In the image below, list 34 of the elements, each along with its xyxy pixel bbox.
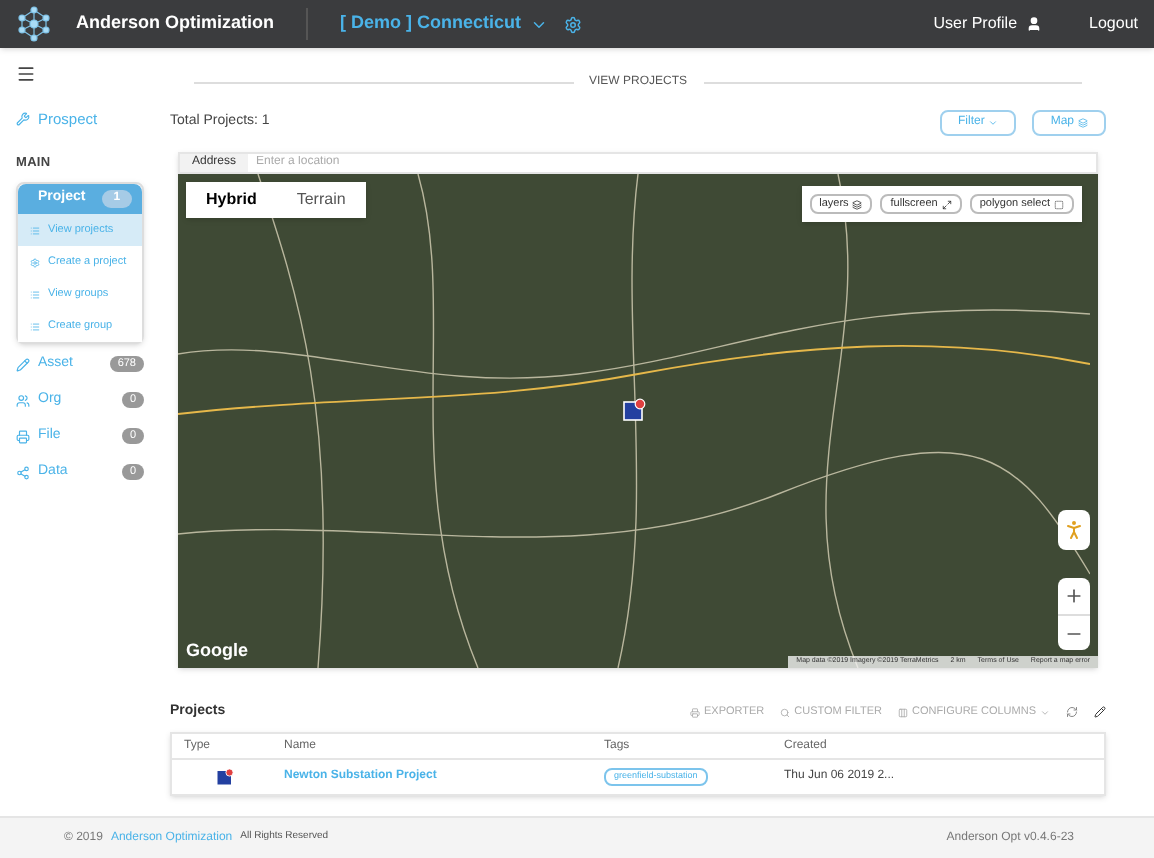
map-type-tab[interactable]: Hybrid [186,182,277,218]
layers-icon [852,199,863,209]
brand-name: Anderson Optimization [76,10,274,37]
caret-icon [1040,707,1050,717]
list-icon [30,225,40,235]
project-selector[interactable]: [ Demo ] Connecticut [340,10,548,38]
refresh-icon[interactable] [1066,706,1078,718]
share-icon [16,465,30,479]
project-type-icon [216,768,234,786]
wrench-icon [16,112,30,127]
gear-icon [30,257,40,267]
pencil-icon [16,357,30,371]
plus-icon [1064,586,1084,606]
pencil-icon[interactable] [1094,706,1106,718]
printer-icon [16,429,30,443]
user-icon [1025,16,1042,32]
search-icon [780,707,791,717]
user-profile-link[interactable]: User Profile [933,12,1042,36]
expand-icon [941,199,952,209]
menu-icon[interactable] [16,64,36,84]
users-icon [16,393,30,407]
settings-icon[interactable] [563,15,582,33]
list-icon [30,321,40,331]
printer-icon [690,707,700,717]
list-icon [30,289,40,299]
logout-link[interactable]: Logout [1089,12,1138,36]
columns-icon [897,707,908,717]
person-icon [1062,518,1086,542]
caret-icon [988,117,999,127]
network-logo-icon [16,6,52,42]
street-view-button[interactable] [1058,510,1090,550]
map-provider-logo: Google [186,637,248,664]
project-marker-icon [622,398,646,422]
map-type-tab[interactable]: Terrain [276,182,366,218]
